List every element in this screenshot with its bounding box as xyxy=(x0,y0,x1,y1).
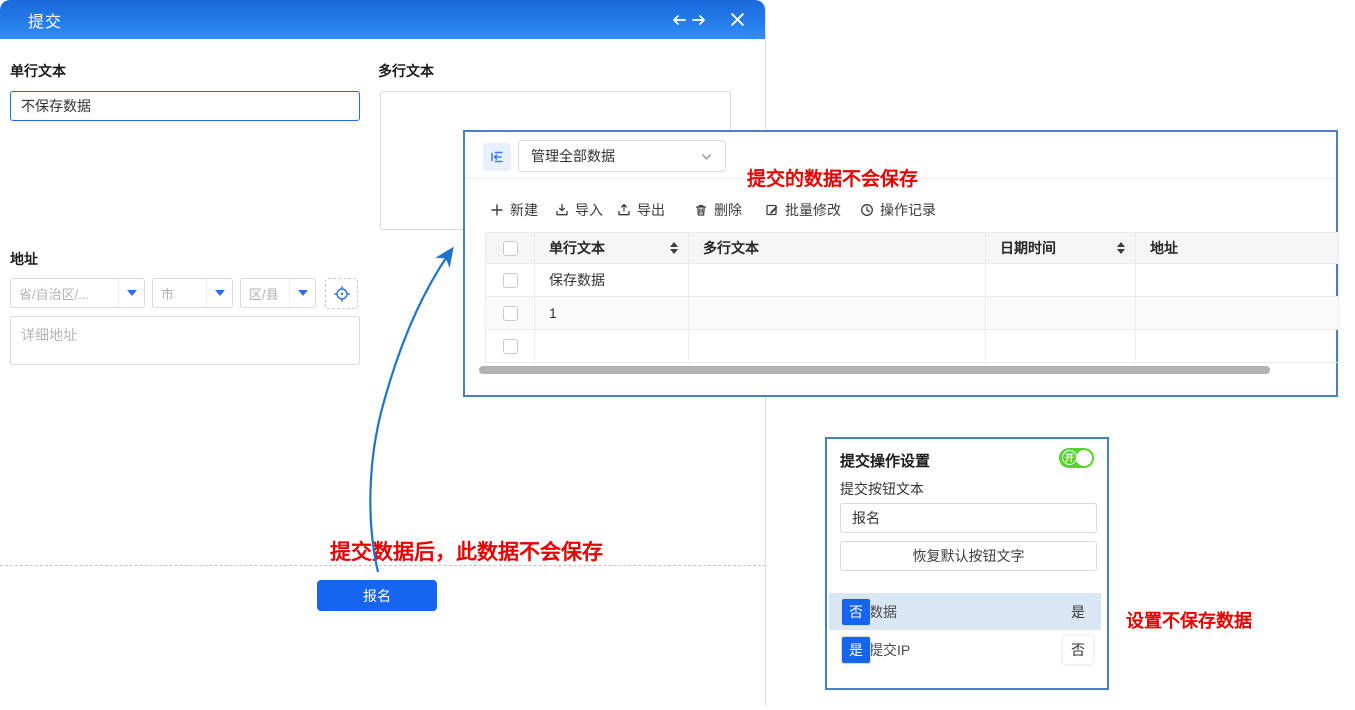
horizontal-scrollbar-thumb[interactable] xyxy=(479,366,1270,374)
target-icon xyxy=(333,285,351,303)
record-ip-yes-button[interactable]: 是 xyxy=(841,636,871,664)
toolbar-import-button[interactable]: 导入 xyxy=(555,198,603,222)
locate-button[interactable] xyxy=(325,278,358,309)
table-row[interactable]: 1 xyxy=(486,297,1339,330)
toolbar-batch-edit-button[interactable]: 批量修改 xyxy=(765,198,841,222)
export-icon xyxy=(617,203,631,217)
cell xyxy=(986,264,1136,297)
dialog-actions xyxy=(672,12,745,28)
dialog-title: 提交 xyxy=(28,8,62,32)
single-line-input[interactable] xyxy=(10,91,360,121)
cell xyxy=(1136,297,1339,330)
cell xyxy=(1136,330,1339,363)
history-icon xyxy=(860,203,874,217)
row-checkbox[interactable] xyxy=(503,339,518,354)
settings-title: 提交操作设置 xyxy=(840,450,930,471)
single-line-label: 单行文本 xyxy=(10,61,66,81)
caret-down-icon xyxy=(215,290,225,296)
cell xyxy=(689,264,986,297)
column-header: 多行文本 xyxy=(703,238,759,258)
save-data-no-button[interactable]: 否 xyxy=(841,598,871,626)
chevron-down-icon xyxy=(700,150,713,163)
delete-icon xyxy=(694,203,708,217)
province-select[interactable]: 省/自治区/... xyxy=(10,278,145,308)
column-header: 地址 xyxy=(1150,238,1178,258)
caret-down-icon xyxy=(298,290,308,296)
submit-settings-panel: 提交操作设置 开 提交按钮文本 恢复默认按钮文字 保存数据 是 否 记录提交IP… xyxy=(825,437,1109,690)
annotation-settings-note: 设置不保存数据 xyxy=(1126,607,1252,633)
cell: 保存数据 xyxy=(535,264,689,297)
district-select[interactable]: 区/县 xyxy=(240,278,316,308)
cell xyxy=(1136,264,1339,297)
option-label: 保存数据 xyxy=(841,602,1059,622)
district-placeholder: 区/县 xyxy=(241,284,289,303)
select-all-checkbox[interactable] xyxy=(503,241,518,256)
close-icon[interactable] xyxy=(730,12,745,27)
record-ip-no-button[interactable]: 否 xyxy=(1063,636,1093,664)
button-text-label: 提交按钮文本 xyxy=(840,479,924,499)
data-scope-dropdown[interactable]: 管理全部数据 xyxy=(518,140,726,172)
sort-icon[interactable] xyxy=(670,242,678,254)
row-checkbox[interactable] xyxy=(503,273,518,288)
toolbar-new-button[interactable]: 新建 xyxy=(490,198,538,222)
cell xyxy=(986,297,1136,330)
city-select-arrow[interactable] xyxy=(206,279,232,307)
screenshot-canvas: 提交 单行文本 多行文本 地址 省/自治区/... 市 区/县 xyxy=(0,0,1355,710)
detail-address-textarea[interactable] xyxy=(10,316,360,365)
cell xyxy=(986,330,1136,363)
province-select-arrow[interactable] xyxy=(118,279,144,307)
toggle-knob xyxy=(1076,450,1092,466)
column-header: 单行文本 xyxy=(549,238,605,258)
sort-icon[interactable] xyxy=(1117,242,1125,254)
caret-down-icon xyxy=(127,290,137,296)
city-select[interactable]: 市 xyxy=(152,278,233,308)
form-submit-button[interactable]: 报名 xyxy=(317,580,437,611)
table-row[interactable] xyxy=(486,330,1339,363)
province-placeholder: 省/自治区/... xyxy=(11,284,118,303)
address-label: 地址 xyxy=(10,249,38,269)
table-header-row: 单行文本 多行文本 日期时间 地址 xyxy=(486,233,1339,264)
toolbar-delete-button[interactable]: 删除 xyxy=(694,198,742,222)
cell xyxy=(535,330,689,363)
save-data-yes-button[interactable]: 是 xyxy=(1063,598,1093,626)
row-checkbox[interactable] xyxy=(503,306,518,321)
button-text-input[interactable] xyxy=(840,503,1097,533)
multi-line-label: 多行文本 xyxy=(378,61,434,81)
district-select-arrow[interactable] xyxy=(289,279,315,307)
city-placeholder: 市 xyxy=(153,284,206,303)
toolbar-history-button[interactable]: 操作记录 xyxy=(860,198,936,222)
annotation-form-note: 提交数据后，此数据不会保存 xyxy=(330,536,603,566)
cell: 1 xyxy=(535,297,689,330)
resize-width-icon[interactable] xyxy=(672,12,706,28)
collapse-list-button[interactable] xyxy=(483,143,511,171)
toggle-on-label: 开 xyxy=(1062,450,1077,465)
cell xyxy=(689,297,986,330)
option-row-save-data: 保存数据 是 否 xyxy=(829,593,1101,630)
collapse-left-icon xyxy=(489,149,505,165)
option-label: 记录提交IP xyxy=(841,640,1059,660)
data-table: 单行文本 多行文本 日期时间 地址 保存数据 1 xyxy=(485,232,1339,363)
batch-edit-icon xyxy=(765,203,779,217)
column-header: 日期时间 xyxy=(1000,238,1056,258)
plus-icon xyxy=(490,203,504,217)
cell xyxy=(689,330,986,363)
option-row-record-ip: 记录提交IP 是 否 xyxy=(829,631,1101,668)
reset-button-text-button[interactable]: 恢复默认按钮文字 xyxy=(840,541,1097,571)
table-row[interactable]: 保存数据 xyxy=(486,264,1339,297)
dialog-header: 提交 xyxy=(0,0,765,39)
data-scope-value: 管理全部数据 xyxy=(531,146,615,166)
import-icon xyxy=(555,203,569,217)
toolbar-export-button[interactable]: 导出 xyxy=(617,198,665,222)
settings-toggle-on[interactable]: 开 xyxy=(1059,448,1094,468)
annotation-panel-note: 提交的数据不会保存 xyxy=(747,164,918,191)
